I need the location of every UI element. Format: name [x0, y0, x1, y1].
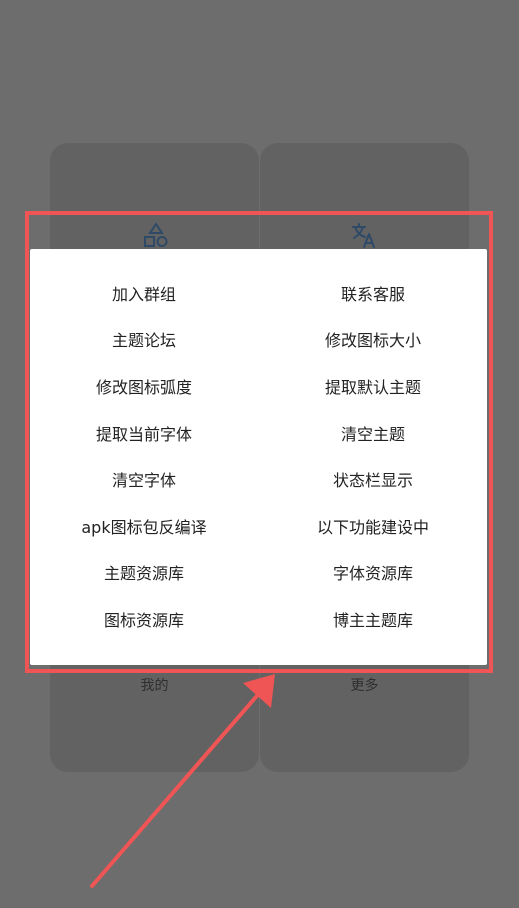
top-partial-icon: [48, 0, 88, 4]
card-label-mine: 我的: [140, 678, 169, 694]
card-label-more: 更多: [350, 678, 379, 694]
highlight-annotation-box: [25, 211, 493, 673]
